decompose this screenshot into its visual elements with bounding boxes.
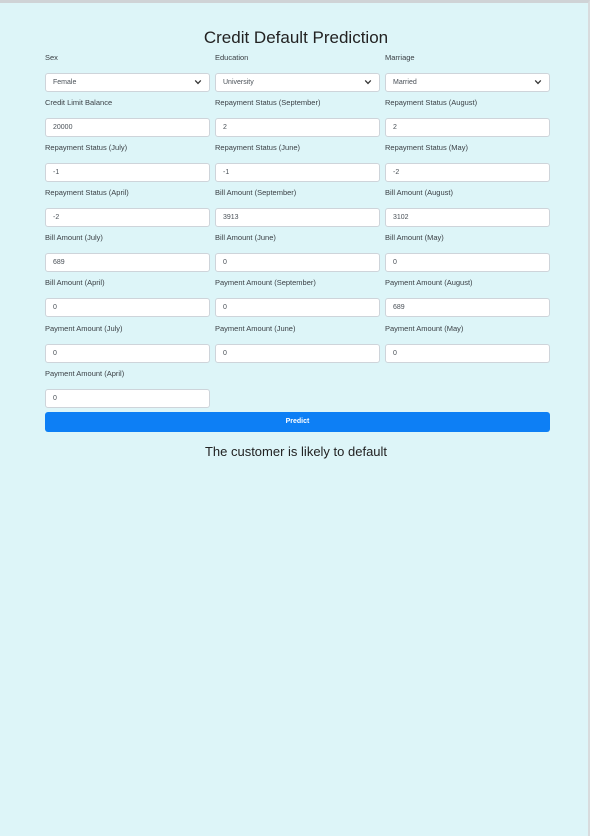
sex-select[interactable]: Female: [45, 73, 210, 92]
education-value: University: [223, 79, 254, 86]
pay-jun-label: Repayment Status (June): [215, 143, 301, 152]
pay-aug-label: Repayment Status (August): [385, 98, 478, 107]
pay-jun-input[interactable]: -1: [215, 163, 380, 182]
education-label: Education: [215, 53, 249, 62]
pay-aug-field: Repayment Status (August) 2: [385, 98, 550, 137]
payamt-aug-field: Payment Amount (August) 689: [385, 278, 550, 317]
sex-field: Sex Female: [45, 53, 210, 92]
bill-aug-label: Bill Amount (August): [385, 188, 453, 197]
pay-apr-field: Repayment Status (April) -2: [45, 188, 210, 227]
bill-may-field: Bill Amount (May) 0: [385, 233, 550, 272]
payamt-sep-label: Payment Amount (September): [215, 278, 316, 287]
bill-sep-label: Bill Amount (September): [215, 188, 297, 197]
payamt-sep-input[interactable]: 0: [215, 298, 380, 317]
bill-may-input[interactable]: 0: [385, 253, 550, 272]
bill-may-label: Bill Amount (May): [385, 233, 444, 242]
sex-label: Sex: [45, 53, 58, 62]
payamt-may-field: Payment Amount (May) 0: [385, 324, 550, 363]
bill-sep-field: Bill Amount (September) 3913: [215, 188, 380, 227]
payamt-sep-field: Payment Amount (September) 0: [215, 278, 380, 317]
bill-jul-field: Bill Amount (July) 689: [45, 233, 210, 272]
education-select[interactable]: University: [215, 73, 380, 92]
pay-jul-label: Repayment Status (July): [45, 143, 128, 152]
pay-jun-field: Repayment Status (June) -1: [215, 143, 380, 182]
bill-jul-label: Bill Amount (July): [45, 233, 103, 242]
bill-jun-field: Bill Amount (June) 0: [215, 233, 380, 272]
bill-sep-input[interactable]: 3913: [215, 208, 380, 227]
predict-button[interactable]: Predict: [45, 412, 550, 432]
marriage-value: Married: [393, 79, 417, 86]
marriage-label: Marriage: [385, 53, 415, 62]
page-title: Credit Default Prediction: [203, 28, 389, 47]
payamt-jun-field: Payment Amount (June) 0: [215, 324, 380, 363]
bill-aug-input[interactable]: 3102: [385, 208, 550, 227]
payamt-jun-label: Payment Amount (June): [215, 324, 296, 333]
pay-may-input[interactable]: -2: [385, 163, 550, 182]
limit-bal-label: Credit Limit Balance: [45, 98, 113, 107]
payamt-may-label: Payment Amount (May): [385, 324, 464, 333]
pay-jul-input[interactable]: -1: [45, 163, 210, 182]
pay-sep-input[interactable]: 2: [215, 118, 380, 137]
pay-aug-input[interactable]: 2: [385, 118, 550, 137]
pay-apr-label: Repayment Status (April): [45, 188, 129, 197]
payamt-aug-input[interactable]: 689: [385, 298, 550, 317]
prediction-result: The customer is likely to default: [204, 444, 388, 459]
chevron-down-icon: [364, 79, 372, 85]
payamt-jun-input[interactable]: 0: [215, 344, 380, 363]
payamt-apr-label: Payment Amount (April): [45, 369, 125, 378]
pay-apr-input[interactable]: -2: [45, 208, 210, 227]
payamt-jul-input[interactable]: 0: [45, 344, 210, 363]
bill-jun-label: Bill Amount (June): [215, 233, 276, 242]
pay-sep-field: Repayment Status (September) 2: [215, 98, 380, 137]
chevron-down-icon: [534, 79, 542, 85]
pay-jul-field: Repayment Status (July) -1: [45, 143, 210, 182]
payamt-apr-field: Payment Amount (April) 0: [45, 369, 210, 408]
marriage-field: Marriage Married: [385, 53, 550, 92]
pay-sep-label: Repayment Status (September): [215, 98, 321, 107]
app-frame: Credit Default Prediction Sex Female Edu…: [0, 0, 590, 836]
bill-jul-input[interactable]: 689: [45, 253, 210, 272]
bill-apr-field: Bill Amount (April) 0: [45, 278, 210, 317]
education-field: Education University: [215, 53, 380, 92]
limit-bal-field: Credit Limit Balance 20000: [45, 98, 210, 137]
chevron-down-icon: [194, 79, 202, 85]
bill-jun-input[interactable]: 0: [215, 253, 380, 272]
bill-apr-label: Bill Amount (April): [45, 278, 105, 287]
payamt-jul-label: Payment Amount (July): [45, 324, 123, 333]
payamt-apr-input[interactable]: 0: [45, 389, 210, 408]
payamt-may-input[interactable]: 0: [385, 344, 550, 363]
bill-aug-field: Bill Amount (August) 3102: [385, 188, 550, 227]
payamt-aug-label: Payment Amount (August): [385, 278, 473, 287]
bill-apr-input[interactable]: 0: [45, 298, 210, 317]
pay-may-label: Repayment Status (May): [385, 143, 468, 152]
sex-value: Female: [53, 79, 77, 86]
limit-bal-input[interactable]: 20000: [45, 118, 210, 137]
marriage-select[interactable]: Married: [385, 73, 550, 92]
payamt-jul-field: Payment Amount (July) 0: [45, 324, 210, 363]
pay-may-field: Repayment Status (May) -2: [385, 143, 550, 182]
